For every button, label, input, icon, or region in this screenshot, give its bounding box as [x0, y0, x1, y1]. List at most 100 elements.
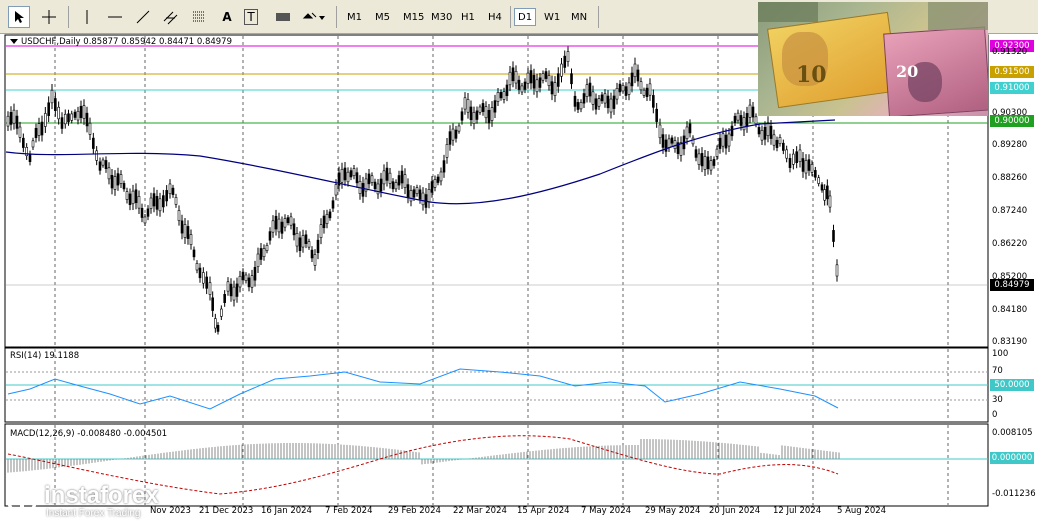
candle-body: [88, 122, 92, 135]
date-axis-label: 21 Dec 2023: [199, 506, 254, 516]
candle-body: [499, 91, 503, 99]
timeframe-h4[interactable]: H4: [485, 8, 505, 26]
candle-body: [158, 198, 162, 212]
candle-body: [79, 105, 83, 118]
candle-body: [165, 190, 168, 202]
candle-body: [394, 182, 398, 190]
macd-axis-bottom: -0.011236: [992, 489, 1036, 499]
candle-body: [171, 187, 175, 195]
candle-body: [451, 128, 455, 141]
candle-body: [514, 70, 518, 84]
candle-body: [570, 73, 573, 85]
candle-body: [280, 221, 284, 234]
candle-body: [454, 129, 458, 139]
fibonacci-tool-icon[interactable]: [188, 6, 210, 28]
candle-body: [436, 176, 440, 183]
candle-body: [373, 181, 377, 190]
candle-body: [143, 216, 147, 224]
price-axis-label: 0.84180: [992, 305, 1028, 315]
candle-body: [556, 73, 560, 87]
candle-body: [442, 160, 446, 173]
price-axis-label: 0.88260: [992, 173, 1028, 183]
collapse-arrow-icon[interactable]: [10, 39, 18, 44]
candle-body: [229, 283, 233, 297]
candle-body: [412, 189, 416, 198]
timeframe-h1[interactable]: H1: [458, 8, 478, 26]
candle-body: [198, 267, 202, 279]
candle-body: [469, 106, 473, 121]
candle-body: [205, 276, 208, 289]
candle-body: [600, 94, 604, 102]
candle-body: [177, 210, 181, 221]
candle-body: [232, 286, 236, 301]
candle-body: [466, 99, 470, 113]
candle-body: [490, 107, 494, 121]
candle-body: [146, 208, 150, 217]
candle-body: [415, 187, 419, 194]
candle-body: [661, 134, 665, 148]
candle-body: [301, 235, 305, 248]
text-label-tool-button[interactable]: T: [244, 9, 258, 25]
timeframe-w1[interactable]: W1: [541, 8, 563, 26]
horizontal-line-tool-icon[interactable]: [104, 6, 126, 28]
candle-body: [54, 98, 57, 111]
candle-body: [9, 111, 13, 125]
timeframe-m5[interactable]: M5: [372, 8, 393, 26]
price-axis-label: 0.86220: [992, 239, 1028, 249]
price-axis-label-partial: 0.91320: [992, 47, 1028, 57]
timeframe-mn[interactable]: MN: [568, 8, 590, 26]
candle-body: [823, 189, 826, 201]
candle-body: [832, 230, 835, 242]
candle-body: [277, 218, 281, 233]
candle-body: [630, 72, 634, 87]
candle-body: [457, 125, 461, 132]
candle-body: [391, 181, 395, 190]
trendline-tool-icon[interactable]: [132, 6, 154, 28]
candle-body: [579, 102, 583, 110]
rsi-axis-label: 70: [992, 366, 1003, 376]
candle-body: [709, 160, 713, 171]
date-axis-label: 7 May 2024: [581, 506, 632, 516]
candle-body: [612, 95, 616, 109]
candle-body: [517, 79, 521, 90]
candle-body: [388, 172, 392, 184]
candle-body: [140, 207, 144, 218]
candle-body: [113, 176, 117, 190]
candle-body: [792, 153, 795, 165]
candle-body: [15, 115, 19, 129]
candle-body: [250, 275, 254, 288]
candle-body: [475, 110, 479, 120]
candle-body: [343, 167, 347, 181]
candle-body: [226, 281, 230, 292]
text-tool-button[interactable]: A: [216, 6, 238, 28]
candle-body: [633, 63, 637, 78]
vertical-line-tool-icon[interactable]: [76, 6, 98, 28]
candle-body: [655, 108, 658, 122]
candle-body: [624, 86, 628, 96]
candle-body: [174, 197, 178, 205]
candle-body: [50, 89, 54, 104]
candle-body: [526, 72, 530, 84]
candle-body: [325, 214, 329, 224]
arrows-tool-icon[interactable]: [302, 6, 326, 28]
timeframe-m1[interactable]: M1: [344, 8, 365, 26]
candle-body: [706, 156, 710, 170]
candle-body: [101, 159, 105, 166]
candle-body: [460, 111, 464, 121]
timeframe-m30[interactable]: M30: [428, 8, 455, 26]
candle-body: [119, 174, 123, 184]
candle-body: [541, 73, 545, 81]
candle-body: [535, 79, 539, 93]
crosshair-tool-icon[interactable]: [38, 6, 60, 28]
candle-body: [220, 308, 223, 317]
candle-body: [268, 231, 272, 241]
cursor-tool-icon[interactable]: [8, 6, 30, 28]
candle-body: [214, 318, 217, 329]
candle-body: [253, 267, 257, 281]
timeframe-d1[interactable]: D1: [514, 8, 537, 26]
channel-tool-icon[interactable]: [160, 6, 182, 28]
timeframe-m15[interactable]: M15: [400, 8, 427, 26]
shapes-tool-icon[interactable]: [272, 6, 294, 28]
candle-body: [751, 106, 755, 118]
candle-body: [550, 81, 554, 95]
